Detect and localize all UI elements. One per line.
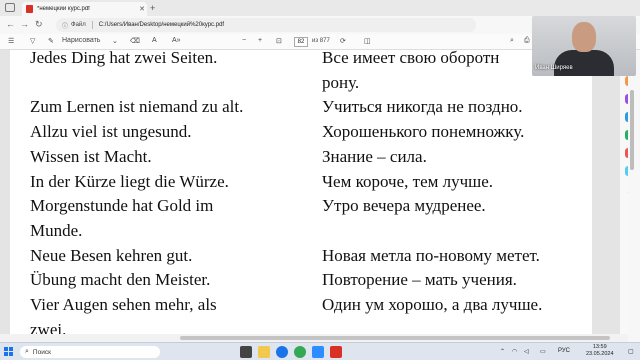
scroll-thumb[interactable] [630, 90, 634, 170]
file-label: Файл [71, 22, 86, 28]
zoom-out-icon[interactable]: − [242, 37, 246, 44]
close-icon[interactable]: ✕ [137, 5, 147, 13]
windows-start-icon[interactable] [4, 347, 14, 357]
file-explorer-icon[interactable] [258, 346, 270, 358]
german-proverb: Zum Lernen ist niemand zu alt. [30, 97, 244, 117]
german-proverb: Übung macht den Meister. [30, 270, 211, 290]
read-aloud-icon[interactable]: A» [172, 37, 181, 44]
russian-translation: Утро вечера мудренее. [322, 196, 486, 216]
input-language[interactable]: РУС [558, 348, 570, 354]
address-bar[interactable]: ⓘ Файл C:/Users/Иван/Desktop/немецкий%20… [56, 18, 476, 32]
russian-translation: рону. [322, 72, 360, 92]
page-total: из 877 [312, 38, 330, 44]
german-proverb: Jedes Ding hat zwei Seiten. [30, 50, 218, 67]
contents-icon[interactable]: ☰ [8, 37, 14, 45]
pdf-app-icon[interactable] [330, 346, 342, 358]
russian-translation: Знание – сила. [322, 146, 427, 166]
german-proverb: Munde. [30, 220, 83, 240]
russian-translation: Чем короче, тем лучше. [322, 171, 494, 191]
german-proverb: Vier Augen sehen mehr, als [30, 295, 217, 314]
document-viewport[interactable]: Jedes Ding hat zwei Seiten. Все имеет сво… [0, 50, 640, 342]
tab-pdf[interactable]: *немецкий курс.pdf ✕ [22, 2, 147, 16]
webcam-name: Иван Ширяев [535, 65, 573, 71]
pen-icon[interactable]: ✎ [48, 37, 54, 45]
german-proverb: Morgenstunde hat Gold im [30, 196, 214, 216]
search-icon: ⌕ [25, 348, 29, 355]
zoom-in-icon[interactable]: + [258, 37, 262, 44]
address-text: C:/Users/Иван/Desktop/немецкий%20курс.pd… [98, 22, 225, 28]
search-box[interactable]: ⌕ Поиск [20, 346, 160, 358]
page-view-icon[interactable]: ◫ [364, 37, 371, 45]
german-proverb: Neue Besen kehren gut. [30, 245, 193, 265]
german-proverb: In der Kürze liegt die Würze. [30, 171, 229, 191]
screen: *немецкий курс.pdf ✕ + ← → ↻ ⓘ Файл C:/U… [0, 0, 640, 360]
notifications-icon[interactable]: ▢ [628, 348, 634, 355]
back-icon[interactable]: ← [6, 19, 15, 29]
german-proverb: Allzu viel ist ungesund. [30, 122, 192, 142]
task-view-icon[interactable] [240, 346, 252, 358]
clock[interactable]: 13:59 23.05.2024 [586, 344, 614, 358]
print-icon[interactable]: ⎙ [524, 37, 530, 45]
browser-tab-strip: *немецкий курс.pdf ✕ + [0, 0, 640, 16]
horizontal-scrollbar[interactable] [0, 334, 628, 342]
eraser-icon[interactable]: ⌫ [130, 37, 140, 45]
edge-icon[interactable] [276, 346, 288, 358]
pdf-page: Jedes Ding hat zwei Seiten. Все имеет сво… [10, 50, 592, 342]
battery-icon[interactable]: ▭ [540, 348, 546, 355]
russian-translation: Хорошенького понемножку. [322, 122, 525, 142]
fit-page-icon[interactable]: ⊡ [276, 37, 282, 45]
info-icon: ⓘ [62, 23, 69, 30]
draw-button[interactable]: Нарисовать [62, 37, 100, 44]
volume-icon[interactable]: ◁ [524, 348, 529, 355]
divider [91, 21, 93, 29]
russian-translation: Повторение – мать учения. [322, 270, 517, 290]
russian-translation: Все имеет свою оборотн [322, 50, 500, 67]
highlight-icon[interactable]: ▽ [30, 37, 35, 45]
dropdown-icon[interactable]: ⌄ [112, 37, 118, 45]
german-proverb: Wissen ist Macht. [30, 146, 152, 166]
page-number-input[interactable]: 82 [294, 37, 308, 47]
forward-icon[interactable]: → [20, 19, 29, 29]
tab-title: *немецкий курс.pdf [37, 6, 90, 12]
russian-translation: Новая метла по-новому метет. [322, 245, 540, 265]
clock-date: 23.05.2024 [586, 351, 614, 357]
webcam-overlay: Иван Ширяев [532, 16, 636, 76]
russian-translation: Один ум хорошо, а два лучше. [322, 295, 543, 314]
person-head [572, 22, 596, 52]
clock-time: 13:59 [592, 344, 607, 350]
tab-actions-icon[interactable] [5, 3, 15, 12]
rotate-icon[interactable]: ⟳ [340, 37, 346, 45]
pdf-icon [26, 5, 33, 13]
text-icon[interactable]: A [152, 37, 157, 44]
zoom-icon[interactable] [312, 346, 324, 358]
network-icon[interactable]: ◠ [512, 348, 517, 355]
scroll-thumb[interactable] [180, 336, 610, 340]
search-placeholder: Поиск [32, 348, 51, 356]
russian-translation: Учиться никогда не поздно. [322, 97, 523, 117]
tray-up-icon[interactable]: ⌃ [500, 348, 505, 355]
search-icon[interactable]: ⌕ [510, 37, 514, 45]
new-tab-icon[interactable]: + [150, 3, 155, 13]
person-body [554, 50, 614, 76]
vertical-scrollbar[interactable] [628, 50, 640, 342]
refresh-icon[interactable]: ↻ [35, 19, 43, 30]
taskbar: ⌕ Поиск ⌃ ◠ ◁ ▭ РУС 13:59 23.05.2024 ▢ [0, 342, 640, 360]
chrome-icon[interactable] [294, 346, 306, 358]
